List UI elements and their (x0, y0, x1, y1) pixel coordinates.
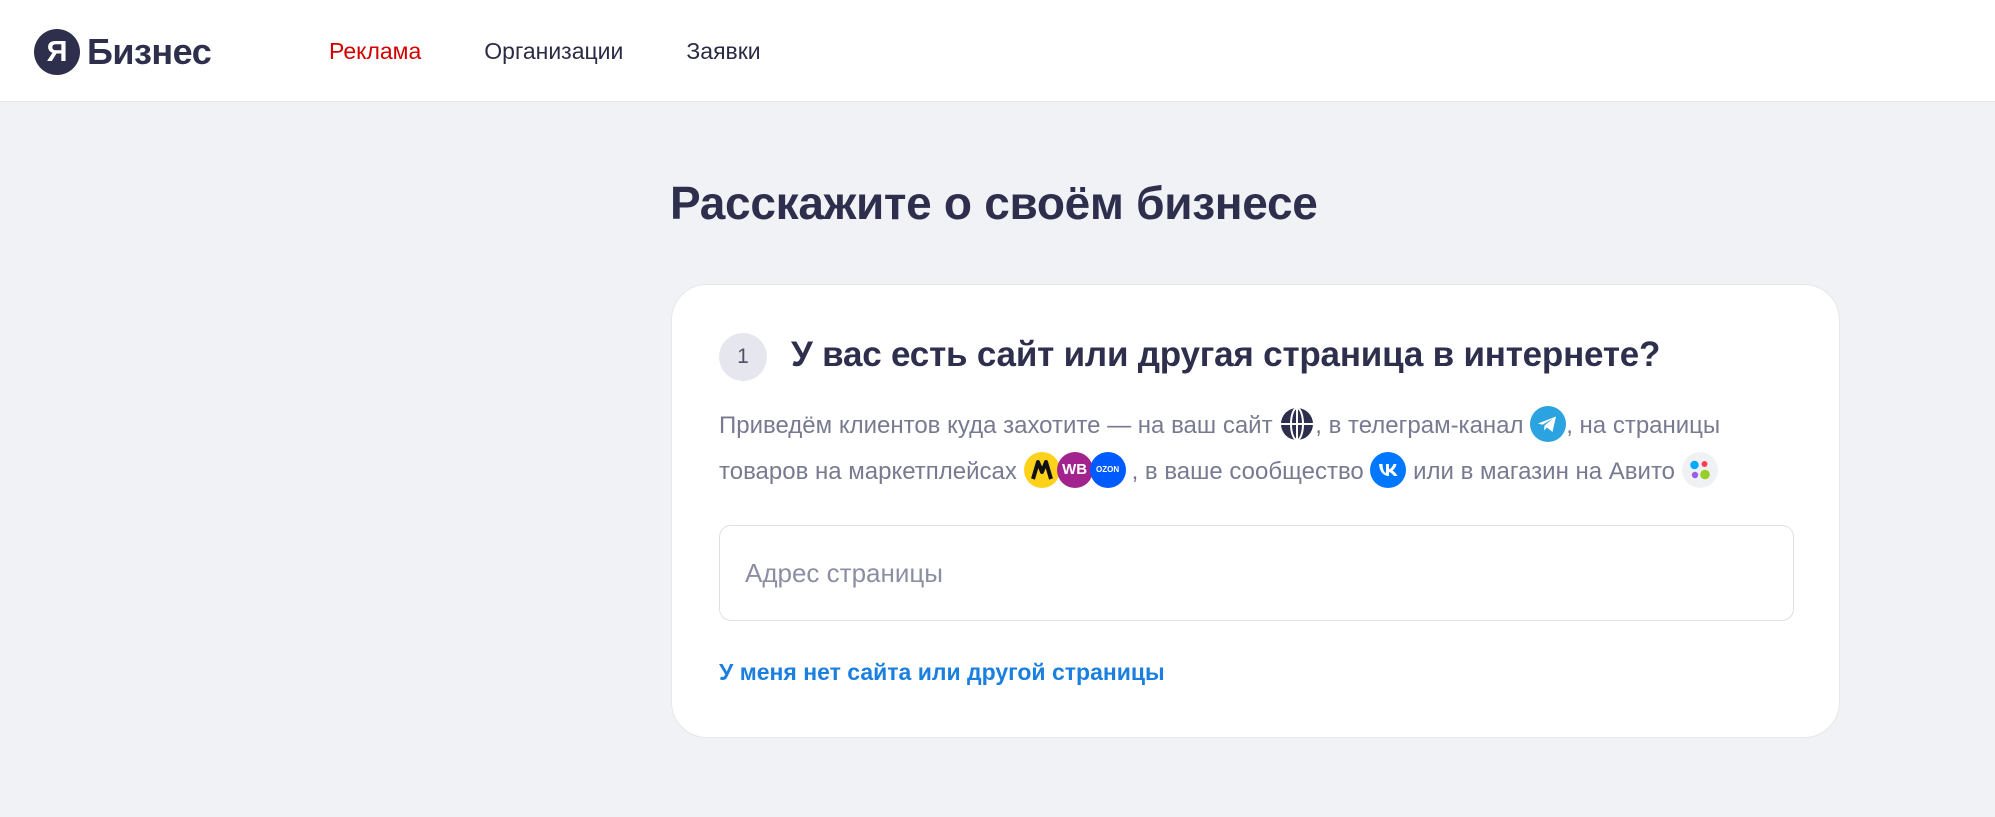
marketplace-icons: WB OZON (1023, 451, 1132, 488)
step-card: 1 У вас есть сайт или другая страница в … (671, 284, 1840, 738)
page-address-input[interactable] (719, 525, 1794, 621)
vk-icon (1370, 451, 1407, 488)
avito-icon (1681, 451, 1718, 488)
wildberries-icon: WB (1056, 451, 1093, 488)
ozon-icon: OZON (1089, 451, 1126, 488)
desc-text-4: , в ваше сообщество (1131, 458, 1364, 485)
desc-text-1: Приведём клиентов куда захотите — на ваш… (719, 412, 1273, 439)
logo-text: Бизнес (87, 31, 212, 72)
yandex-business-logo[interactable]: Я Бизнес (34, 29, 212, 75)
nav-item-organizations[interactable]: Организации (484, 38, 623, 65)
yandex-market-icon (1023, 451, 1060, 488)
site-header: Я Бизнес Реклама Организации Заявки (0, 0, 1995, 102)
step-question: У вас есть сайт или другая страница в ин… (791, 335, 1661, 374)
step-number-badge: 1 (719, 333, 767, 381)
logo-mark: Я (34, 29, 80, 75)
step-description: Приведём клиентов куда захотите — на ваш… (719, 403, 1799, 495)
globe-icon (1279, 406, 1315, 442)
nav-item-ads[interactable]: Реклама (329, 38, 421, 65)
main-nav: Реклама Организации Заявки (329, 38, 824, 65)
nav-item-requests[interactable]: Заявки (686, 38, 760, 65)
telegram-icon (1530, 405, 1567, 442)
desc-text-5: или в магазин на Авито (1413, 458, 1676, 485)
desc-text-2: , в телеграм-канал (1315, 412, 1524, 439)
page-title: Расскажите о своём бизнесе (670, 177, 1318, 229)
no-site-link[interactable]: У меня нет сайта или другой страницы (719, 659, 1165, 686)
